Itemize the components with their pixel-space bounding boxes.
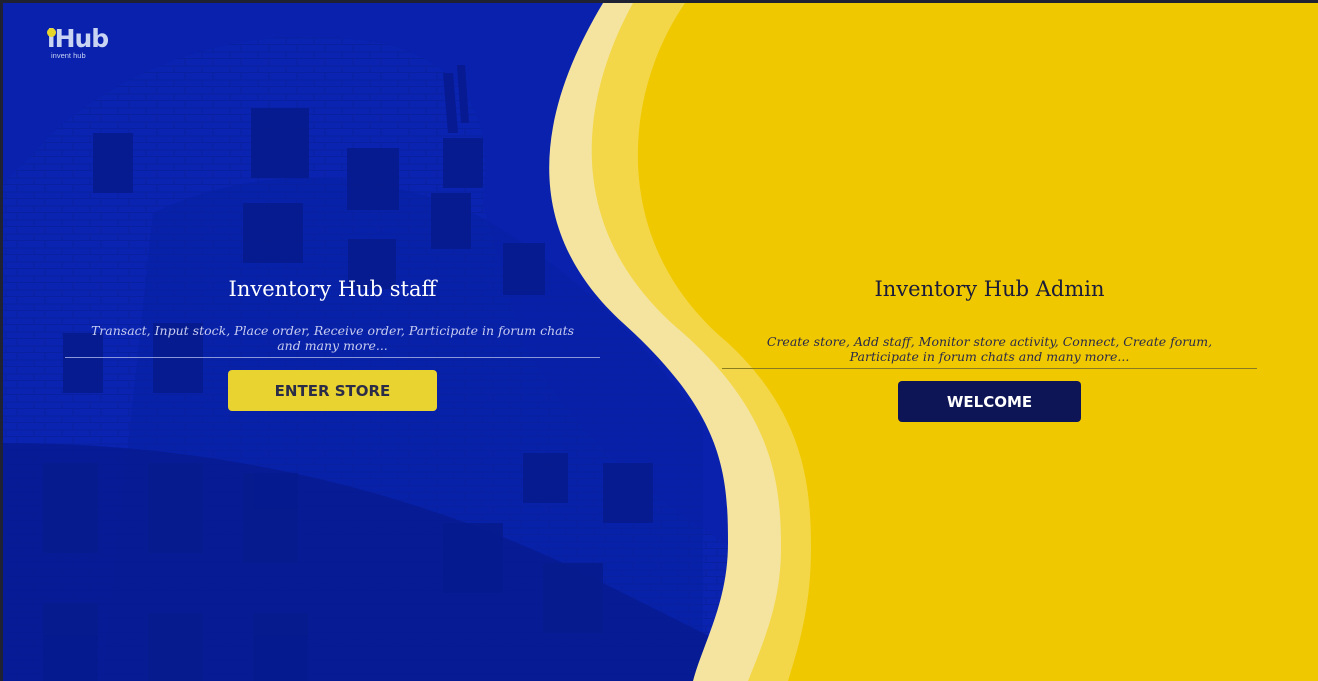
staff-title: Inventory Hub staff [228,277,437,301]
admin-panel: Inventory Hub Admin Create store, Add st… [722,277,1257,422]
landing-page: iHub invent hub Inventory Hub staff Tran… [3,3,1318,681]
welcome-button[interactable]: WELCOME [898,381,1081,422]
staff-description: Transact, Input stock, Place order, Rece… [65,323,600,358]
admin-title: Inventory Hub Admin [874,277,1105,301]
logo-text: iHub [47,24,109,53]
staff-panel: Inventory Hub staff Transact, Input stoc… [65,277,600,411]
brand-logo[interactable]: iHub invent hub [47,24,109,60]
enter-store-button[interactable]: ENTER STORE [228,370,437,411]
logo-dot-icon [47,28,56,37]
admin-description: Create store, Add staff, Monitor store a… [722,334,1257,369]
